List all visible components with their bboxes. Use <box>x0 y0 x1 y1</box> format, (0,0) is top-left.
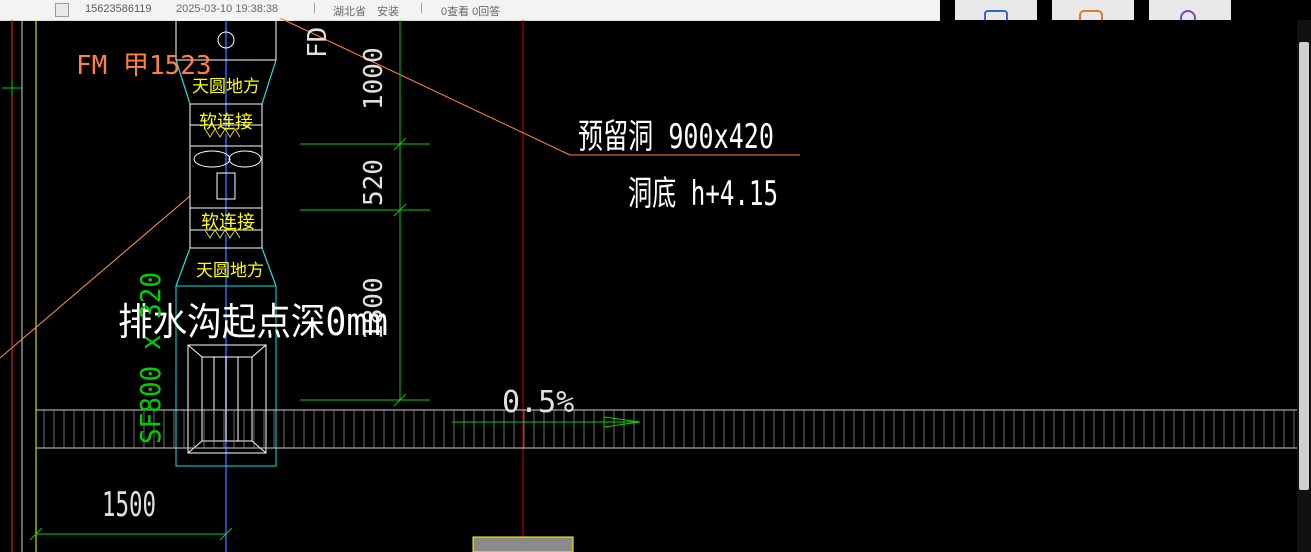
flex-joint-top-label: 软连接 <box>199 112 253 133</box>
cad-drawing-canvas[interactable]: FM 甲1523 FD 天圆地方 软连接 软连接 天圆地方 1000 520 1… <box>0 0 1311 552</box>
flex-joint-bottom-label: 软连接 <box>201 212 255 233</box>
hole-bottom-label: 洞底 h+4.15 <box>628 174 778 214</box>
trench-hatch <box>43 410 1295 448</box>
reserved-hole-label: 预留洞 900x420 <box>578 117 774 157</box>
fd-label: FD <box>303 27 333 58</box>
transition-top-label: 天圆地方 <box>192 77 260 97</box>
dimension-1500: 1500 <box>102 485 156 525</box>
dimension-520: 520 <box>359 159 389 206</box>
scrollbar-thumb[interactable] <box>1299 42 1309 490</box>
dimension-1000: 1000 <box>359 47 389 110</box>
gray-block <box>472 536 574 552</box>
slope-label: 0.5% <box>502 385 574 420</box>
vertical-scrollbar[interactable] <box>1297 20 1311 552</box>
transition-bottom-label: 天圆地方 <box>196 261 264 281</box>
sf-rotated-label: SF800 x 320 <box>134 272 167 444</box>
